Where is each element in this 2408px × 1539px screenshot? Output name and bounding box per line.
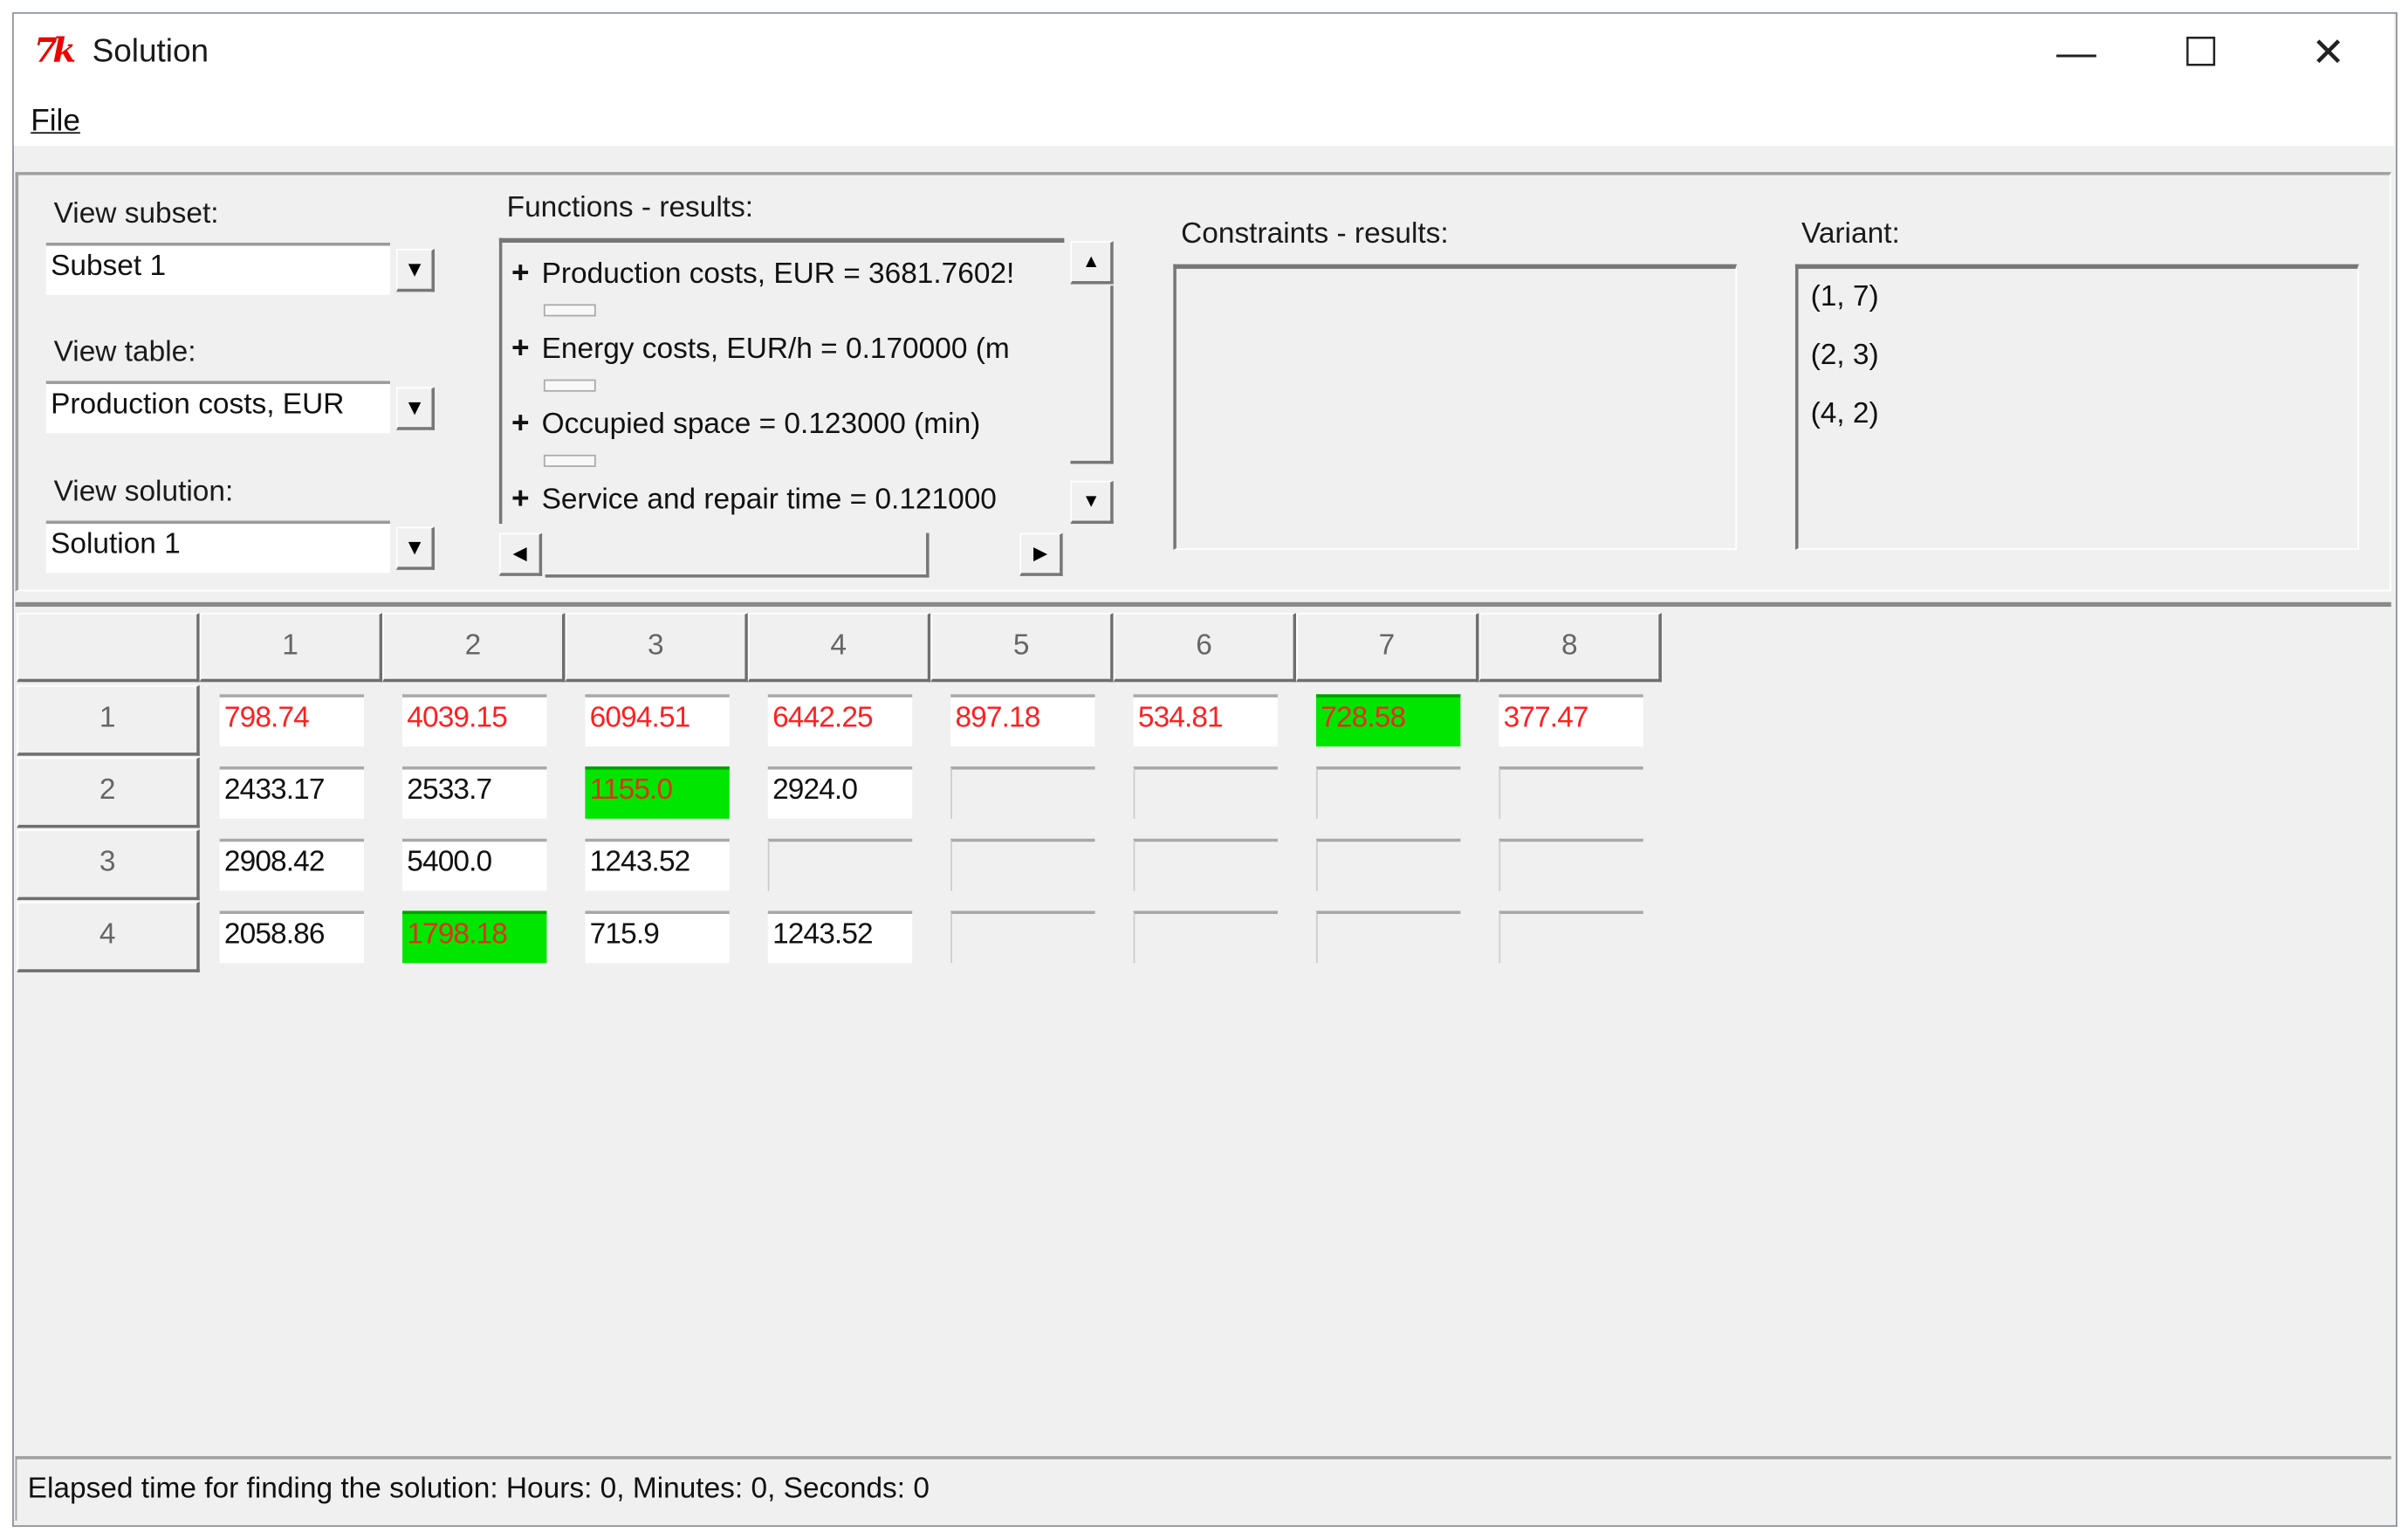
grid-cell[interactable] xyxy=(1133,766,1278,819)
grid-cell[interactable]: 377.47 xyxy=(1499,694,1643,747)
expand-plus-icon[interactable]: + xyxy=(511,407,530,441)
grid-cell[interactable]: 534.81 xyxy=(1133,694,1278,747)
chevron-down-icon[interactable]: ▼ xyxy=(395,526,435,570)
column-header[interactable]: 6 xyxy=(1113,613,1297,683)
grid-cell[interactable]: 2433.17 xyxy=(219,766,365,819)
solution-grid: 1 2 3 4 5 6 7 8 1 798.74 4039.15 6094.51 6442.25 897.… xyxy=(17,613,1706,981)
panel-divider xyxy=(15,601,2391,608)
close-button[interactable]: ✕ xyxy=(2297,22,2358,83)
function-item[interactable]: + Occupied space = 0.123000 (min) xyxy=(511,407,980,442)
view-subset-label: View subset: xyxy=(53,197,219,230)
row-header[interactable]: 4 xyxy=(17,901,200,972)
grid-cell[interactable]: 1243.52 xyxy=(767,910,913,964)
variant-item[interactable]: (4, 2) xyxy=(1811,398,1879,432)
row-header[interactable]: 1 xyxy=(17,684,200,756)
chevron-down-icon[interactable]: ▼ xyxy=(395,387,435,430)
expand-plus-icon[interactable]: + xyxy=(511,483,530,517)
grid-cell[interactable]: 4039.15 xyxy=(402,694,547,747)
scroll-down-icon[interactable]: ▼ xyxy=(1070,480,1114,525)
grid-cell[interactable] xyxy=(1499,838,1643,891)
grid-cell[interactable] xyxy=(767,838,913,891)
functions-listbox[interactable]: + Production costs, EUR = 3681.7602! + Ene… xyxy=(498,237,1065,525)
function-item[interactable]: + Service and repair time = 0.121000 xyxy=(511,483,997,518)
grid-cell[interactable]: 1243.52 xyxy=(585,838,730,891)
maximize-button[interactable]: ☐ xyxy=(2170,22,2231,83)
scroll-up-icon[interactable]: ▲ xyxy=(1070,241,1114,285)
separator-handle xyxy=(543,304,596,317)
functions-label: Functions - results: xyxy=(506,191,754,224)
column-header[interactable]: 5 xyxy=(930,613,1114,683)
grid-cell[interactable]: 2533.7 xyxy=(402,766,547,819)
window-title: Solution xyxy=(92,33,209,70)
view-subset-combobox[interactable]: Subset 1 xyxy=(45,243,390,295)
function-item[interactable]: + Energy costs, EUR/h = 0.170000 (m xyxy=(511,332,1010,367)
separator-handle xyxy=(543,379,596,392)
grid-cell[interactable] xyxy=(1499,910,1643,964)
scroll-left-icon[interactable]: ◀ xyxy=(498,532,543,576)
grid-cell[interactable]: 1155.0 xyxy=(585,766,730,819)
vertical-scroll-thumb[interactable] xyxy=(1070,285,1114,464)
grid-cell[interactable]: 715.9 xyxy=(585,910,730,964)
column-header[interactable]: 2 xyxy=(382,613,566,683)
grid-cell[interactable]: 728.58 xyxy=(1315,694,1461,747)
column-header[interactable]: 8 xyxy=(1478,613,1662,683)
status-bar: Elapsed time for finding the solution: H… xyxy=(15,1456,2391,1522)
grid-cell[interactable]: 798.74 xyxy=(219,694,365,747)
grid-cell[interactable] xyxy=(1315,766,1461,819)
separator-handle xyxy=(543,454,596,467)
grid-corner-header xyxy=(17,613,200,683)
function-item-label: Occupied space = 0.123000 (min) xyxy=(541,409,981,442)
variant-label: Variant: xyxy=(1801,217,1900,251)
grid-cell[interactable] xyxy=(950,838,1095,891)
view-table-combobox[interactable]: Production costs, EUR xyxy=(45,381,390,434)
grid-cell[interactable]: 2924.0 xyxy=(767,766,913,819)
grid-cell[interactable] xyxy=(1133,838,1278,891)
grid-cell[interactable]: 897.18 xyxy=(950,694,1095,747)
function-item-label: Production costs, EUR = 3681.7602! xyxy=(541,258,1015,291)
column-header[interactable]: 3 xyxy=(565,613,748,683)
grid-cell[interactable] xyxy=(950,910,1095,964)
grid-cell[interactable] xyxy=(1499,766,1643,819)
row-header[interactable]: 2 xyxy=(17,757,200,828)
chevron-down-icon[interactable]: ▼ xyxy=(395,249,435,292)
variant-item[interactable]: (2, 3) xyxy=(1811,340,1879,374)
expand-plus-icon[interactable]: + xyxy=(511,257,530,291)
row-header[interactable]: 3 xyxy=(17,829,200,901)
variant-item[interactable]: (1, 7) xyxy=(1811,281,1879,315)
function-item-label: Energy costs, EUR/h = 0.170000 (m xyxy=(541,333,1010,366)
constraints-label: Constraints - results: xyxy=(1181,217,1449,251)
grid-cell[interactable]: 5400.0 xyxy=(402,838,547,891)
grid-cell[interactable] xyxy=(1315,838,1461,891)
view-solution-combobox[interactable]: Solution 1 xyxy=(45,520,390,574)
constraints-listbox[interactable] xyxy=(1173,264,1738,550)
column-header[interactable]: 4 xyxy=(747,613,931,683)
scroll-right-icon[interactable]: ▶ xyxy=(1019,532,1063,576)
title-bar xyxy=(13,13,2395,94)
grid-cell[interactable] xyxy=(1315,910,1461,964)
grid-cell[interactable] xyxy=(950,766,1095,819)
column-header[interactable]: 1 xyxy=(199,613,383,683)
status-text: Elapsed time for finding the solution: H… xyxy=(27,1473,930,1506)
menu-file[interactable]: File xyxy=(31,105,80,140)
grid-cell[interactable]: 2058.86 xyxy=(219,910,365,964)
minimize-button[interactable]: — xyxy=(2046,22,2107,83)
function-item[interactable]: + Production costs, EUR = 3681.7602! xyxy=(511,257,1014,292)
column-header[interactable]: 7 xyxy=(1296,613,1479,683)
view-solution-label: View solution: xyxy=(53,476,234,509)
grid-cell[interactable]: 6094.51 xyxy=(585,694,730,747)
grid-cell[interactable]: 1798.18 xyxy=(402,910,547,964)
function-item-label: Service and repair time = 0.121000 xyxy=(541,484,997,517)
tk-feather-icon: 7k xyxy=(33,31,76,71)
view-table-label: View table: xyxy=(53,336,196,369)
expand-plus-icon[interactable]: + xyxy=(511,332,530,366)
horizontal-scroll-thumb[interactable] xyxy=(545,532,930,578)
variant-listbox[interactable]: (1, 7) (2, 3) (4, 2) xyxy=(1794,264,2359,550)
grid-cell[interactable] xyxy=(1133,910,1278,964)
grid-cell[interactable]: 6442.25 xyxy=(767,694,913,747)
grid-cell[interactable]: 2908.42 xyxy=(219,838,365,891)
menu-bar xyxy=(13,93,2395,147)
